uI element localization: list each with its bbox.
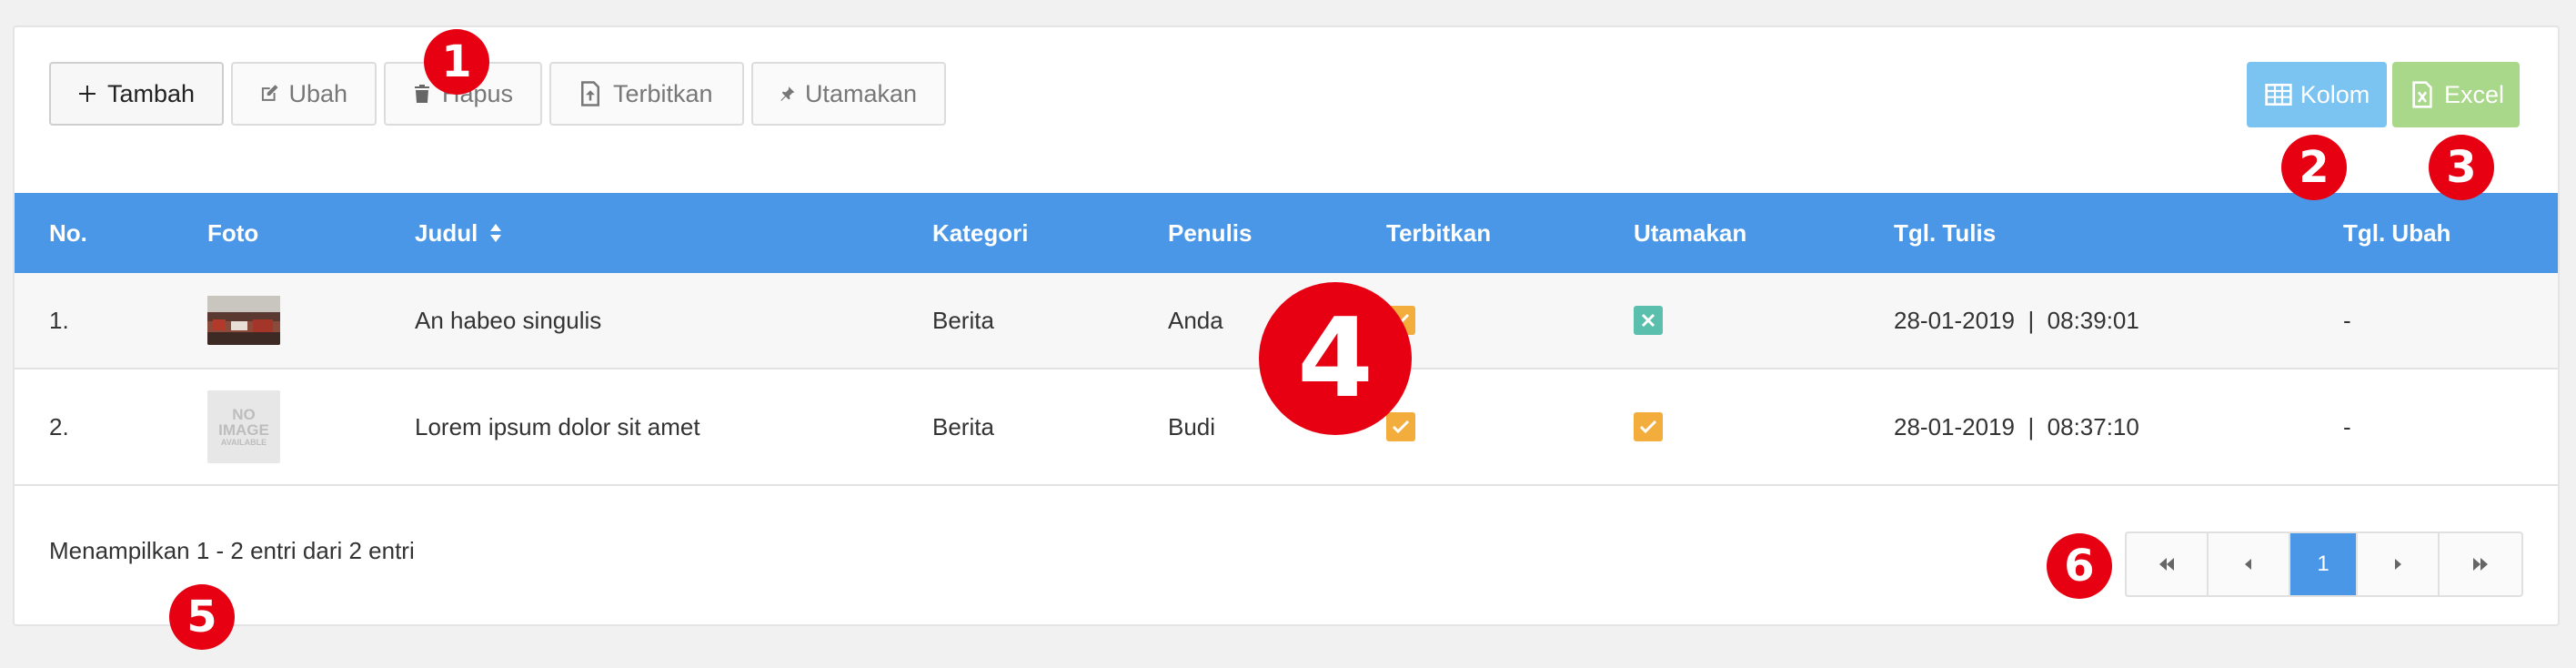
cell-penulis: Anda bbox=[1168, 306, 1223, 334]
cell-kategori: Berita bbox=[932, 306, 994, 334]
callout-1: 1 bbox=[424, 29, 489, 95]
chevron-right-icon bbox=[2395, 559, 2401, 570]
photo-thumbnail bbox=[207, 296, 280, 345]
header-judul-label: Judul bbox=[415, 219, 478, 247]
file-upload-icon bbox=[581, 81, 599, 106]
sort-icon bbox=[490, 224, 502, 242]
cell-tgl-ubah: - bbox=[2343, 306, 2351, 334]
table-icon bbox=[2265, 84, 2292, 106]
no-image-line1: NO bbox=[232, 406, 256, 423]
cell-utamakan bbox=[1634, 369, 1663, 484]
table-header: No. Foto Judul Kategori Penulis Terbitka… bbox=[15, 193, 2558, 273]
no-image-line3: AVAILABLE bbox=[220, 438, 267, 447]
kolom-label: Kolom bbox=[2299, 80, 2370, 108]
cell-foto bbox=[207, 273, 280, 368]
header-judul[interactable]: Judul bbox=[415, 193, 503, 273]
header-foto: Foto bbox=[207, 219, 259, 247]
edit-icon bbox=[261, 85, 278, 101]
header-utamakan: Utamakan bbox=[1634, 219, 1747, 247]
terbitkan-button[interactable]: Terbitkan bbox=[549, 62, 744, 126]
utamakan-button[interactable]: Utamakan bbox=[751, 62, 946, 126]
cell-judul: An habeo singulis bbox=[415, 306, 602, 334]
next-page-button[interactable] bbox=[2358, 533, 2440, 595]
no-image-placeholder: NO IMAGE AVAILABLE bbox=[207, 390, 280, 463]
no-image-line2: IMAGE bbox=[218, 421, 269, 439]
callout-2: 2 bbox=[2281, 135, 2347, 200]
callout-3: 3 bbox=[2429, 135, 2494, 200]
cell-tgl-tulis: 28-01-2019 | 08:39:01 bbox=[1894, 306, 2139, 334]
check-icon[interactable] bbox=[1386, 412, 1415, 441]
kolom-button[interactable]: Kolom bbox=[2247, 62, 2387, 127]
cell-judul: Lorem ipsum dolor sit amet bbox=[415, 412, 700, 440]
cell-foto: NO IMAGE AVAILABLE bbox=[207, 369, 280, 484]
tambah-label: Tambah bbox=[106, 79, 195, 107]
cell-no: 1. bbox=[49, 306, 69, 334]
double-chevron-left-icon bbox=[2159, 558, 2174, 571]
cell-utamakan bbox=[1634, 273, 1663, 368]
header-no: No. bbox=[49, 219, 87, 247]
excel-file-icon bbox=[2412, 81, 2432, 108]
callout-4: 4 bbox=[1259, 282, 1412, 435]
tambah-button[interactable]: Tambah bbox=[49, 62, 224, 126]
cross-icon[interactable] bbox=[1634, 306, 1663, 335]
utamakan-label: Utamakan bbox=[804, 79, 917, 107]
check-icon[interactable] bbox=[1634, 412, 1663, 441]
callout-5: 5 bbox=[169, 584, 235, 650]
header-tgl-tulis: Tgl. Tulis bbox=[1894, 219, 1997, 247]
pagination: 1 bbox=[2125, 531, 2523, 597]
trash-icon bbox=[414, 85, 429, 103]
cell-kategori: Berita bbox=[932, 412, 994, 440]
header-penulis: Penulis bbox=[1168, 219, 1253, 247]
pin-icon bbox=[780, 86, 795, 101]
page-1-button[interactable]: 1 bbox=[2290, 533, 2358, 595]
excel-button[interactable]: Excel bbox=[2392, 62, 2520, 127]
last-page-button[interactable] bbox=[2440, 533, 2521, 595]
pagination-info: Menampilkan 1 - 2 entri dari 2 entri bbox=[49, 537, 415, 564]
cell-no: 2. bbox=[49, 412, 69, 440]
double-chevron-right-icon bbox=[2473, 558, 2488, 571]
terbitkan-label: Terbitkan bbox=[613, 79, 713, 107]
chevron-left-icon bbox=[2245, 559, 2251, 570]
header-tgl-ubah: Tgl. Ubah bbox=[2343, 219, 2451, 247]
prev-page-button[interactable] bbox=[2209, 533, 2290, 595]
action-toolbar: Tambah Ubah Hapus Terbitkan Utamakan bbox=[49, 62, 946, 126]
cell-tgl-tulis: 28-01-2019 | 08:37:10 bbox=[1894, 412, 2139, 440]
plus-icon bbox=[78, 86, 96, 102]
header-kategori: Kategori bbox=[932, 219, 1029, 247]
first-page-button[interactable] bbox=[2127, 533, 2209, 595]
ubah-button[interactable]: Ubah bbox=[231, 62, 377, 126]
cell-penulis: Budi bbox=[1168, 412, 1216, 440]
ubah-label: Ubah bbox=[288, 79, 347, 107]
cell-tgl-ubah: - bbox=[2343, 412, 2351, 440]
header-terbitkan: Terbitkan bbox=[1386, 219, 1492, 247]
excel-label: Excel bbox=[2443, 80, 2505, 108]
callout-6: 6 bbox=[2047, 533, 2112, 599]
